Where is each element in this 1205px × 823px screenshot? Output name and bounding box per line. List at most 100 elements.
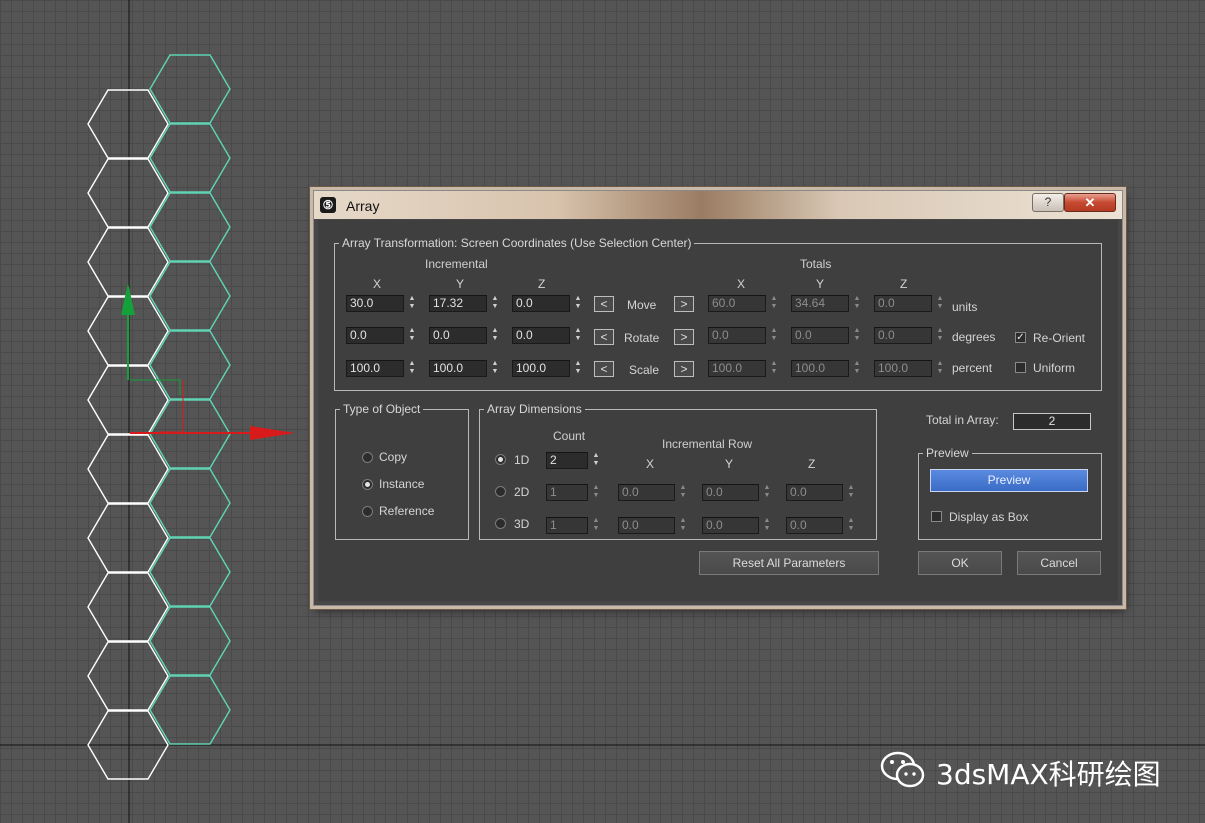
move-tot-z-field[interactable]: 0.0 [874, 295, 932, 312]
scale-inc-x-spinner[interactable]: 100.0 ▲ ▼ [346, 360, 418, 377]
rotate-inc-y-spinner[interactable]: 0.0 ▲ ▼ [429, 327, 501, 344]
spinner-arrows-icon[interactable]: ▲ ▼ [761, 517, 773, 534]
spinner-arrows-icon[interactable]: ▲ ▼ [851, 295, 863, 312]
transform-gizmo[interactable] [121, 283, 295, 440]
dim-3d-x-spinner[interactable]: 0.0 ▲ ▼ [618, 517, 689, 534]
move-tot-y-spinner[interactable]: 34.64 ▲ ▼ [791, 295, 863, 312]
move-tot-x-spinner[interactable]: 60.0 ▲ ▼ [708, 295, 780, 312]
dim-2d-x-spinner[interactable]: 0.0 ▲ ▼ [618, 484, 689, 501]
scale-to-incremental-button[interactable]: < [594, 361, 614, 377]
spinner-arrows-icon[interactable]: ▲ ▼ [845, 517, 857, 534]
dim-2d-x-field[interactable]: 0.0 [618, 484, 675, 501]
rotate-inc-x-spinner[interactable]: 0.0 ▲ ▼ [346, 327, 418, 344]
rotate-tot-y-spinner[interactable]: 0.0 ▲ ▼ [791, 327, 863, 344]
scale-to-totals-button[interactable]: > [674, 361, 694, 377]
spinner-arrows-icon[interactable]: ▲ ▼ [768, 295, 780, 312]
move-inc-x-spinner[interactable]: 30.0 ▲ ▼ [346, 295, 418, 312]
reset-all-parameters-button[interactable]: Reset All Parameters [699, 551, 879, 575]
spinner-arrows-icon[interactable]: ▲ ▼ [590, 452, 602, 469]
scale-tot-x-spinner[interactable]: 100.0 ▲ ▼ [708, 360, 780, 377]
scale-tot-y-field[interactable]: 100.0 [791, 360, 849, 377]
dim-3d-z-spinner[interactable]: 0.0 ▲ ▼ [786, 517, 857, 534]
display-as-box-checkbox[interactable] [931, 511, 942, 522]
spinner-arrows-icon[interactable]: ▲ ▼ [934, 327, 946, 344]
move-inc-z-field[interactable]: 0.0 [512, 295, 570, 312]
spinner-arrows-icon[interactable]: ▲ ▼ [572, 327, 584, 344]
dim-1d-count-spinner[interactable]: 2 ▲ ▼ [546, 452, 602, 469]
rotate-to-incremental-button[interactable]: < [594, 329, 614, 345]
help-button[interactable]: ? [1032, 193, 1064, 212]
rotate-tot-x-spinner[interactable]: 0.0 ▲ ▼ [708, 327, 780, 344]
scale-inc-x-field[interactable]: 100.0 [346, 360, 404, 377]
reference-radio[interactable] [362, 506, 373, 517]
spinner-arrows-icon[interactable]: ▲ ▼ [934, 295, 946, 312]
dim-3d-y-spinner[interactable]: 0.0 ▲ ▼ [702, 517, 773, 534]
dim-2d-y-field[interactable]: 0.0 [702, 484, 759, 501]
dim-3d-x-field[interactable]: 0.0 [618, 517, 675, 534]
move-inc-y-field[interactable]: 17.32 [429, 295, 487, 312]
spinner-arrows-icon[interactable]: ▲ ▼ [572, 360, 584, 377]
gizmo-y-arrow-icon[interactable] [121, 283, 135, 315]
title-bar[interactable]: ⑤ Array ? ✕ [314, 191, 1122, 219]
dim-1d-count-field[interactable]: 2 [546, 452, 588, 469]
copy-radio[interactable] [362, 452, 373, 463]
spinner-arrows-icon[interactable]: ▲ ▼ [851, 360, 863, 377]
scale-tot-z-field[interactable]: 100.0 [874, 360, 932, 377]
spinner-arrows-icon[interactable]: ▲ ▼ [406, 360, 418, 377]
move-to-totals-button[interactable]: > [674, 296, 694, 312]
scale-tot-z-spinner[interactable]: 100.0 ▲ ▼ [874, 360, 946, 377]
cancel-button[interactable]: Cancel [1017, 551, 1101, 575]
dim-3d-radio[interactable] [495, 518, 506, 529]
move-inc-z-spinner[interactable]: 0.0 ▲ ▼ [512, 295, 584, 312]
spinner-arrows-icon[interactable]: ▲ ▼ [489, 295, 501, 312]
rotate-inc-z-field[interactable]: 0.0 [512, 327, 570, 344]
gizmo-x-arrow-icon[interactable] [250, 426, 295, 440]
dim-3d-z-field[interactable]: 0.0 [786, 517, 843, 534]
scale-inc-y-field[interactable]: 100.0 [429, 360, 487, 377]
rotate-tot-z-spinner[interactable]: 0.0 ▲ ▼ [874, 327, 946, 344]
scale-inc-z-field[interactable]: 100.0 [512, 360, 570, 377]
spinner-arrows-icon[interactable]: ▲ ▼ [934, 360, 946, 377]
move-tot-z-spinner[interactable]: 0.0 ▲ ▼ [874, 295, 946, 312]
move-inc-y-spinner[interactable]: 17.32 ▲ ▼ [429, 295, 501, 312]
preview-button[interactable]: Preview [930, 469, 1088, 492]
instance-radio[interactable] [362, 479, 373, 490]
spinner-arrows-icon[interactable]: ▲ ▼ [406, 295, 418, 312]
spinner-arrows-icon[interactable]: ▲ ▼ [572, 295, 584, 312]
rotate-inc-y-field[interactable]: 0.0 [429, 327, 487, 344]
move-to-incremental-button[interactable]: < [594, 296, 614, 312]
spinner-arrows-icon[interactable]: ▲ ▼ [406, 327, 418, 344]
spinner-arrows-icon[interactable]: ▲ ▼ [489, 327, 501, 344]
scale-tot-x-field[interactable]: 100.0 [708, 360, 766, 377]
spinner-arrows-icon[interactable]: ▲ ▼ [768, 360, 780, 377]
spinner-arrows-icon[interactable]: ▲ ▼ [845, 484, 857, 501]
dim-2d-y-spinner[interactable]: 0.0 ▲ ▼ [702, 484, 773, 501]
move-tot-y-field[interactable]: 34.64 [791, 295, 849, 312]
rotate-inc-x-field[interactable]: 0.0 [346, 327, 404, 344]
ok-button[interactable]: OK [918, 551, 1002, 575]
spinner-arrows-icon[interactable]: ▲ ▼ [590, 484, 602, 501]
spinner-arrows-icon[interactable]: ▲ ▼ [761, 484, 773, 501]
spinner-arrows-icon[interactable]: ▲ ▼ [677, 484, 689, 501]
dim-3d-count-spinner[interactable]: 1 ▲ ▼ [546, 517, 602, 534]
move-inc-x-field[interactable]: 30.0 [346, 295, 404, 312]
dim-3d-y-field[interactable]: 0.0 [702, 517, 759, 534]
rotate-to-totals-button[interactable]: > [674, 329, 694, 345]
move-tot-x-field[interactable]: 60.0 [708, 295, 766, 312]
spinner-arrows-icon[interactable]: ▲ ▼ [489, 360, 501, 377]
rotate-inc-z-spinner[interactable]: 0.0 ▲ ▼ [512, 327, 584, 344]
close-button[interactable]: ✕ [1064, 193, 1116, 212]
dim-2d-count-field[interactable]: 1 [546, 484, 588, 501]
reorient-checkbox[interactable]: ✓ [1015, 332, 1026, 343]
spinner-arrows-icon[interactable]: ▲ ▼ [590, 517, 602, 534]
gizmo-plane-handle[interactable] [130, 379, 181, 395]
scale-tot-y-spinner[interactable]: 100.0 ▲ ▼ [791, 360, 863, 377]
spinner-arrows-icon[interactable]: ▲ ▼ [677, 517, 689, 534]
rotate-tot-y-field[interactable]: 0.0 [791, 327, 849, 344]
uniform-checkbox[interactable] [1015, 362, 1026, 373]
dim-2d-z-field[interactable]: 0.0 [786, 484, 843, 501]
spinner-arrows-icon[interactable]: ▲ ▼ [851, 327, 863, 344]
scale-inc-z-spinner[interactable]: 100.0 ▲ ▼ [512, 360, 584, 377]
scale-inc-y-spinner[interactable]: 100.0 ▲ ▼ [429, 360, 501, 377]
spinner-arrows-icon[interactable]: ▲ ▼ [768, 327, 780, 344]
